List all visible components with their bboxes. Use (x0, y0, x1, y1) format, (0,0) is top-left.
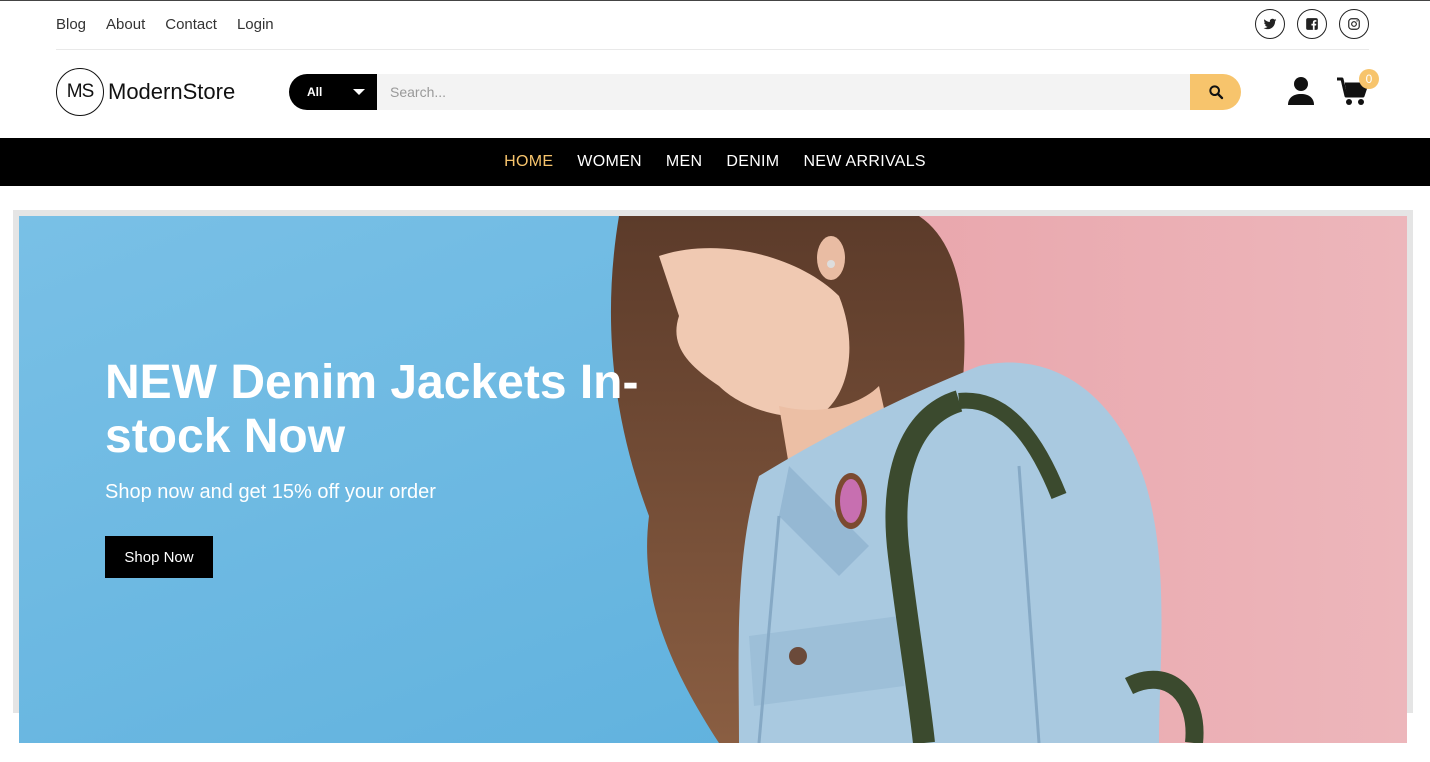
search-button[interactable] (1190, 74, 1241, 110)
search-input[interactable] (377, 74, 1190, 110)
social-links (1255, 9, 1369, 39)
nav-item-home[interactable]: HOME (504, 153, 553, 171)
top-link-login[interactable]: Login (237, 16, 274, 33)
twitter-link[interactable] (1255, 9, 1285, 39)
search-icon (1208, 85, 1223, 100)
facebook-link[interactable] (1297, 9, 1327, 39)
nav-item-denim[interactable]: DENIM (726, 153, 779, 171)
top-link-contact[interactable]: Contact (165, 16, 217, 33)
search-category-value: All (307, 85, 323, 99)
cart-count-badge: 0 (1359, 69, 1379, 89)
search-bar: All (289, 74, 1241, 110)
instagram-icon (1348, 18, 1360, 30)
hero-image (19, 216, 1407, 743)
hero-title: NEW Denim Jackets In-stock Now (105, 356, 639, 463)
main-nav: HOME WOMEN MEN DENIM NEW ARRIVALS (0, 138, 1430, 186)
search-category-select[interactable]: All (289, 74, 377, 110)
site-logo[interactable]: MS ModernStore (56, 68, 235, 116)
instagram-link[interactable] (1339, 9, 1369, 39)
nav-item-women[interactable]: WOMEN (577, 153, 642, 171)
shop-now-button[interactable]: Shop Now (105, 536, 213, 578)
nav-item-men[interactable]: MEN (666, 153, 702, 171)
twitter-icon (1263, 18, 1277, 30)
nav-item-new-arrivals[interactable]: NEW ARRIVALS (803, 153, 925, 171)
hero-subtitle: Shop now and get 15% off your order (105, 481, 436, 503)
facebook-icon (1306, 18, 1318, 30)
chevron-down-icon (353, 89, 365, 95)
top-link-blog[interactable]: Blog (56, 16, 86, 33)
logo-text: ModernStore (108, 79, 236, 104)
top-link-about[interactable]: About (106, 16, 145, 33)
logo-mark: MS (56, 68, 104, 116)
top-links: Blog About Contact Login (56, 16, 274, 33)
top-utility-bar: Blog About Contact Login (56, 0, 1369, 50)
hero-banner: NEW Denim Jackets In-stock Now Shop now … (19, 216, 1407, 743)
user-icon[interactable] (1287, 76, 1315, 106)
